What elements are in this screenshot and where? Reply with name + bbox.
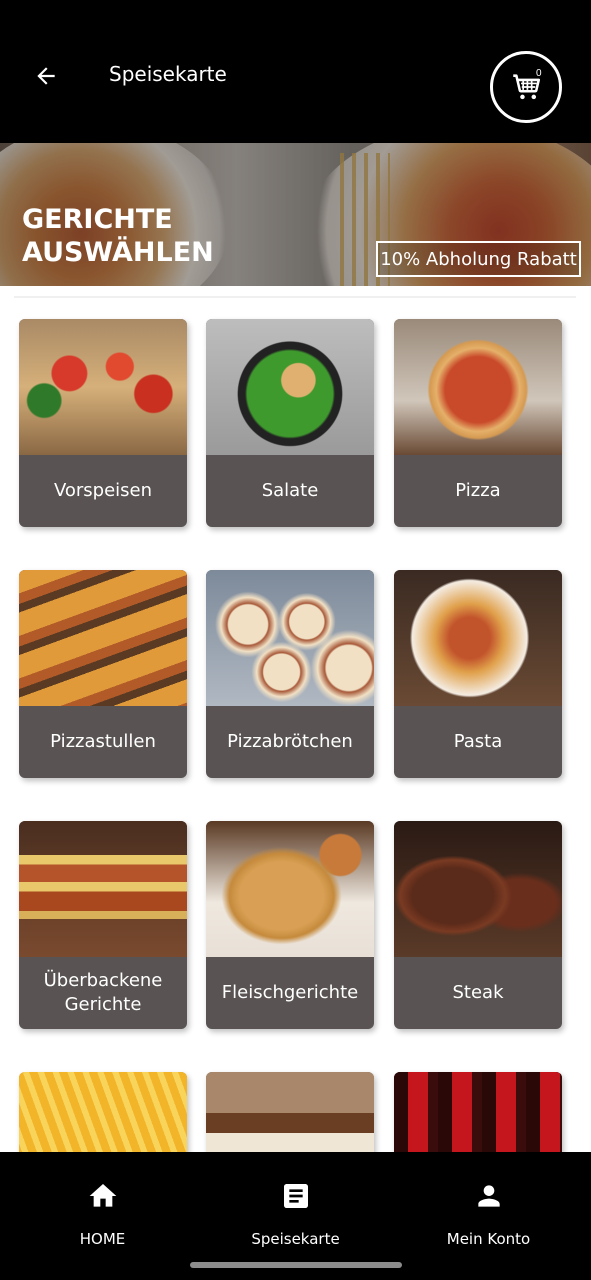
category-image-spaghetti xyxy=(394,570,562,706)
page-title: Speisekarte xyxy=(109,62,227,86)
app-header: Speisekarte 0 xyxy=(0,0,591,143)
category-card[interactable]: Überbackene Gerichte xyxy=(19,821,187,1029)
category-card[interactable]: Salate xyxy=(206,319,374,527)
category-card[interactable] xyxy=(19,1072,187,1152)
category-card[interactable]: Steak xyxy=(394,821,562,1029)
divider xyxy=(14,296,576,298)
home-icon xyxy=(89,1184,116,1207)
banner-title: GERICHTE AUSWÄHLEN xyxy=(22,204,214,268)
nav-speisekarte[interactable]: Speisekarte xyxy=(197,1152,394,1262)
category-card[interactable]: Fleischgerichte xyxy=(206,821,374,1029)
nav-account[interactable]: Mein Konto xyxy=(390,1152,587,1262)
nav-label: HOME xyxy=(79,1230,126,1248)
nav-home[interactable]: HOME xyxy=(4,1152,201,1262)
category-image-chicken-salad xyxy=(206,319,374,455)
category-card[interactable] xyxy=(394,1072,562,1152)
back-button[interactable] xyxy=(30,60,62,92)
category-label: Pizza xyxy=(455,480,501,501)
category-image-pizza xyxy=(394,319,562,455)
category-image-tiramisu xyxy=(206,1072,374,1152)
category-label: Überbackene Gerichte xyxy=(43,970,163,1015)
menu-icon xyxy=(283,1184,308,1208)
category-label: Fleischgerichte xyxy=(221,982,359,1003)
category-image-steak xyxy=(394,821,562,957)
category-grid: Vorspeisen Salate Pizza Pizzastullen Pizzabr… xyxy=(0,286,591,1152)
category-image-cola-bottles xyxy=(394,1072,562,1152)
category-label: Steak xyxy=(452,982,504,1003)
category-label: Salate xyxy=(261,480,319,501)
category-card[interactable]: Pizza xyxy=(394,319,562,527)
category-label: Pizzabrötchen xyxy=(227,731,353,752)
category-image-pizza-rolls xyxy=(206,570,374,706)
category-image-schnitzel xyxy=(206,821,374,957)
category-image-lasagna xyxy=(19,821,187,957)
category-card[interactable]: Pasta xyxy=(394,570,562,778)
promo-badge: 10% Abholung Rabatt xyxy=(376,241,581,277)
category-image-bruschetta xyxy=(19,319,187,455)
system-home-indicator[interactable] xyxy=(190,1262,402,1268)
category-image-fries xyxy=(19,1072,187,1152)
category-label: Vorspeisen xyxy=(53,480,153,501)
nav-label: Speisekarte xyxy=(251,1230,340,1248)
category-image-pizza-baguettes xyxy=(19,570,187,706)
cart-count-badge: 0 xyxy=(536,68,542,79)
arrow-left-icon xyxy=(37,67,55,85)
category-label: Pizzastullen xyxy=(50,731,156,752)
category-label: Pasta xyxy=(453,731,503,752)
category-card[interactable] xyxy=(206,1072,374,1152)
category-card[interactable]: Pizzabrötchen xyxy=(206,570,374,778)
category-card[interactable]: Pizzastullen xyxy=(19,570,187,778)
category-card[interactable]: Vorspeisen xyxy=(19,319,187,527)
cart-button[interactable] xyxy=(490,51,562,123)
bottom-navigation: HOME Speisekarte Mein Konto xyxy=(0,1152,591,1280)
nav-label: Mein Konto xyxy=(446,1230,531,1248)
account-icon xyxy=(477,1185,500,1207)
